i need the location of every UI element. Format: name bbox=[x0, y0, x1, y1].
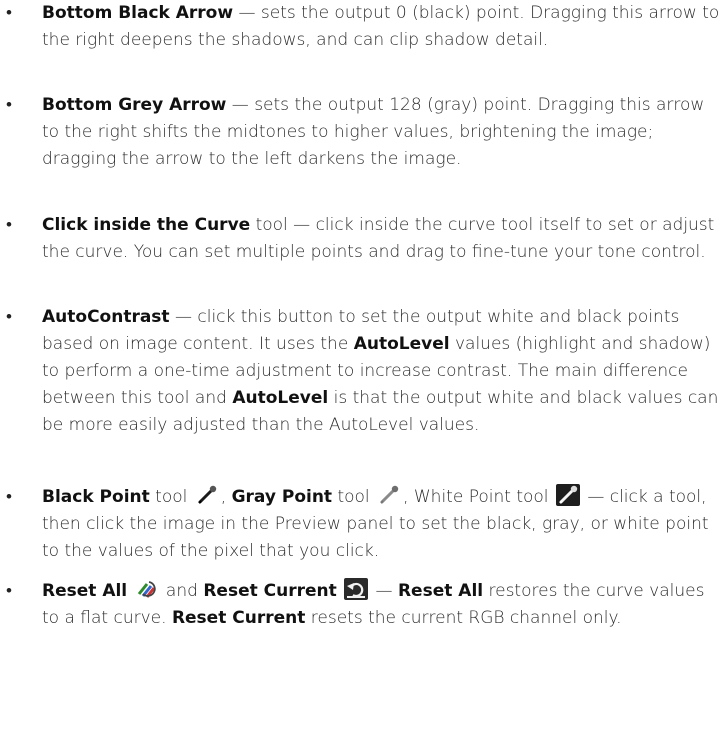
reset-all-icon[interactable] bbox=[134, 578, 159, 600]
term-reset-current-2: Reset Current bbox=[171, 608, 306, 628]
term-bottom-grey-arrow: Bottom Grey Arrow bbox=[42, 95, 227, 115]
list-item-autocontrast: AutoContrast — click this button to set … bbox=[0, 304, 720, 439]
term-autocontrast: AutoContrast bbox=[42, 307, 170, 327]
text-tool-2: tool bbox=[332, 487, 376, 507]
list-item-point-tools: Black Point tool , Gray Point tool , Whi… bbox=[0, 484, 720, 565]
term-gray-point: Gray Point bbox=[231, 487, 333, 507]
text-tool-1: tool bbox=[149, 487, 193, 507]
reset-current-icon[interactable] bbox=[344, 578, 369, 600]
list-item-curve-tool: Click inside the Curve tool — click insi… bbox=[0, 212, 720, 266]
term-curve-tool: Click inside the Curve bbox=[42, 215, 251, 235]
list-item-reset: Reset All and Reset Current — Reset All … bbox=[0, 578, 720, 632]
text-white-point: , White Point tool bbox=[403, 487, 554, 507]
document-page: Bottom Black Arrow — sets the output 0 (… bbox=[0, 0, 720, 751]
text-dash: — bbox=[370, 581, 398, 601]
text-and: and bbox=[160, 581, 204, 601]
term-bottom-black-arrow: Bottom Black Arrow bbox=[42, 3, 234, 23]
eyedropper-gray-icon[interactable] bbox=[377, 484, 402, 506]
term-autolevel-1: AutoLevel bbox=[353, 334, 450, 354]
term-reset-all-2: Reset All bbox=[397, 581, 484, 601]
eyedropper-black-icon[interactable] bbox=[194, 484, 219, 506]
list-item-bottom-black-arrow: Bottom Black Arrow — sets the output 0 (… bbox=[0, 0, 720, 54]
term-black-point: Black Point bbox=[42, 487, 150, 507]
text-sep-1: , bbox=[220, 487, 232, 507]
desc-reset-current: resets the current RGB channel only. bbox=[305, 608, 622, 628]
term-autolevel-2: AutoLevel bbox=[232, 388, 329, 408]
term-reset-current: Reset Current bbox=[203, 581, 337, 601]
list-item-bottom-grey-arrow: Bottom Grey Arrow — sets the output 128 … bbox=[0, 92, 720, 173]
term-reset-all: Reset All bbox=[42, 581, 128, 601]
eyedropper-white-icon[interactable] bbox=[555, 484, 580, 506]
